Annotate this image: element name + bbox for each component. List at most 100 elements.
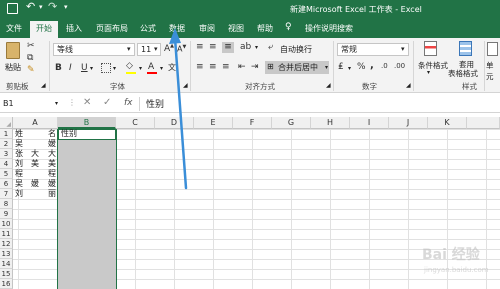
cell-style-icon[interactable] bbox=[487, 42, 498, 56]
redo-icon[interactable]: ↷ bbox=[48, 0, 57, 13]
cancel-icon[interactable]: ✕ bbox=[83, 97, 91, 108]
italic-icon[interactable]: I bbox=[69, 63, 72, 73]
cell-a2-right: 媛 bbox=[48, 139, 56, 148]
name-box[interactable]: B1 bbox=[3, 98, 53, 110]
chevron-down-icon[interactable]: ▾ bbox=[127, 45, 131, 53]
number-launcher-icon[interactable]: ◢ bbox=[406, 82, 411, 89]
increase-decimal-icon[interactable]: .0 bbox=[381, 62, 388, 70]
row-header[interactable]: 15 bbox=[0, 269, 13, 279]
font-name-select[interactable]: 等线 bbox=[53, 43, 135, 56]
borders-icon[interactable] bbox=[101, 63, 111, 73]
column-header-A[interactable]: A bbox=[13, 117, 58, 129]
chevron-down-icon[interactable]: ▾ bbox=[348, 65, 351, 72]
row-header[interactable]: 9 bbox=[0, 209, 13, 219]
comma-button[interactable]: , bbox=[370, 60, 374, 71]
orientation-icon[interactable]: ab bbox=[240, 42, 251, 52]
column-header-I[interactable]: I bbox=[350, 117, 389, 129]
tab-view[interactable]: 视图 bbox=[222, 21, 250, 38]
chevron-down-icon[interactable]: ▾ bbox=[427, 69, 430, 76]
row-header[interactable]: 5 bbox=[0, 169, 13, 179]
row-header[interactable]: 3 bbox=[0, 149, 13, 159]
row-header[interactable]: 1 bbox=[0, 129, 13, 139]
row-header[interactable]: 4 bbox=[0, 159, 13, 169]
copy-icon[interactable]: ⧉ bbox=[27, 53, 33, 63]
dropdown-icon[interactable]: ▾ bbox=[39, 3, 43, 11]
align-center-icon[interactable]: ≡ bbox=[209, 62, 217, 72]
chevron-down-icon[interactable]: ▾ bbox=[154, 45, 158, 53]
column-header-K[interactable]: K bbox=[428, 117, 467, 129]
chevron-down-icon[interactable]: ▾ bbox=[401, 45, 405, 53]
font-color-icon[interactable]: A bbox=[148, 62, 154, 72]
align-bottom-icon[interactable]: ≡ bbox=[222, 42, 234, 53]
chevron-down-icon[interactable]: ▾ bbox=[113, 65, 116, 72]
column-header-B[interactable]: B bbox=[58, 117, 116, 129]
currency-icon[interactable]: ₤ bbox=[338, 62, 344, 72]
format-as-table-button-line2[interactable]: 表格格式 bbox=[448, 68, 478, 79]
row-header[interactable]: 14 bbox=[0, 259, 13, 269]
row-header[interactable]: 16 bbox=[0, 279, 13, 289]
conditional-format-button[interactable]: 条件格式 bbox=[418, 60, 448, 71]
align-middle-icon[interactable]: ≡ bbox=[209, 42, 217, 52]
underline-icon[interactable]: U bbox=[81, 63, 88, 73]
format-as-table-icon[interactable] bbox=[459, 41, 472, 56]
number-format-select[interactable]: 常规 bbox=[337, 43, 409, 56]
insert-function-button[interactable]: fx bbox=[124, 98, 133, 108]
chevron-down-icon[interactable]: ▾ bbox=[255, 44, 258, 51]
row-header[interactable]: 10 bbox=[0, 219, 13, 229]
tab-insert[interactable]: 插入 bbox=[60, 21, 88, 38]
wrap-text-icon[interactable]: ⤶ bbox=[268, 42, 273, 52]
undo-icon[interactable]: ↶ bbox=[26, 0, 35, 13]
row-header[interactable]: 8 bbox=[0, 199, 13, 209]
chevron-down-icon[interactable]: ▾ bbox=[90, 65, 93, 72]
align-right-icon[interactable]: ≡ bbox=[222, 62, 230, 72]
cell-a6-right: 媛 bbox=[48, 179, 56, 188]
cell-a6-left: 吴 bbox=[15, 179, 23, 188]
cell-a6-mid: 媛 bbox=[31, 179, 39, 188]
cut-icon[interactable]: ✂ bbox=[27, 41, 35, 51]
conditional-format-icon[interactable] bbox=[424, 41, 437, 56]
tab-file[interactable]: 文件 bbox=[0, 21, 28, 38]
tab-formulas[interactable]: 公式 bbox=[134, 21, 162, 38]
row-header[interactable]: 7 bbox=[0, 189, 13, 199]
cell-b1[interactable]: 性别 bbox=[61, 129, 77, 139]
fill-color-icon[interactable]: ◇ bbox=[126, 61, 133, 71]
row-header[interactable]: 2 bbox=[0, 139, 13, 149]
row-header[interactable]: 11 bbox=[0, 229, 13, 239]
paste-button[interactable]: 粘贴 bbox=[5, 62, 21, 73]
save-icon[interactable] bbox=[7, 3, 18, 14]
chevron-down-icon[interactable]: ▾ bbox=[55, 100, 58, 107]
chevron-down-icon[interactable]: ▾ bbox=[139, 65, 142, 72]
enter-icon[interactable]: ✓ bbox=[103, 97, 111, 108]
format-painter-icon[interactable]: ✎ bbox=[27, 65, 35, 75]
cell-a4-left: 刘 bbox=[15, 159, 23, 168]
chevron-down-icon[interactable]: ▾ bbox=[325, 64, 328, 71]
column-header-C[interactable]: C bbox=[116, 117, 155, 129]
divider bbox=[49, 41, 50, 91]
decrease-decimal-icon[interactable]: .00 bbox=[394, 62, 405, 70]
tell-me-search[interactable]: 操作说明搜索 bbox=[298, 21, 360, 38]
decrease-indent-icon[interactable]: ⇤ bbox=[238, 62, 246, 72]
increase-indent-icon[interactable]: ⇥ bbox=[251, 62, 259, 72]
bold-icon[interactable]: B bbox=[55, 63, 62, 73]
merge-center-button[interactable]: ⊞ 合并后居中 bbox=[265, 61, 329, 74]
font-color-swatch bbox=[147, 72, 157, 74]
row-header[interactable]: 13 bbox=[0, 249, 13, 259]
alignment-launcher-icon[interactable]: ◢ bbox=[326, 82, 331, 89]
select-all-corner[interactable]: ◢ bbox=[0, 117, 13, 129]
clipboard-launcher-icon[interactable]: ◢ bbox=[41, 82, 46, 89]
tab-page-layout[interactable]: 页面布局 bbox=[92, 21, 132, 38]
percent-button[interactable]: % bbox=[357, 62, 366, 72]
customize-qat-icon[interactable]: ▾ bbox=[64, 3, 68, 11]
column-header-G[interactable]: G bbox=[272, 117, 311, 129]
tab-home[interactable]: 开始 bbox=[30, 21, 58, 38]
column-header-J[interactable]: J bbox=[389, 117, 428, 129]
row-header[interactable]: 12 bbox=[0, 239, 13, 249]
cells-button[interactable]: 单元 bbox=[486, 60, 500, 82]
wrap-text-button[interactable]: 自动换行 bbox=[280, 44, 312, 55]
paste-icon[interactable] bbox=[6, 42, 20, 59]
row-header[interactable]: 6 bbox=[0, 179, 13, 189]
column-header-F[interactable]: F bbox=[233, 117, 272, 129]
column-header-L[interactable] bbox=[467, 117, 500, 129]
tab-help[interactable]: 帮助 bbox=[251, 21, 279, 38]
column-header-H[interactable]: H bbox=[311, 117, 350, 129]
